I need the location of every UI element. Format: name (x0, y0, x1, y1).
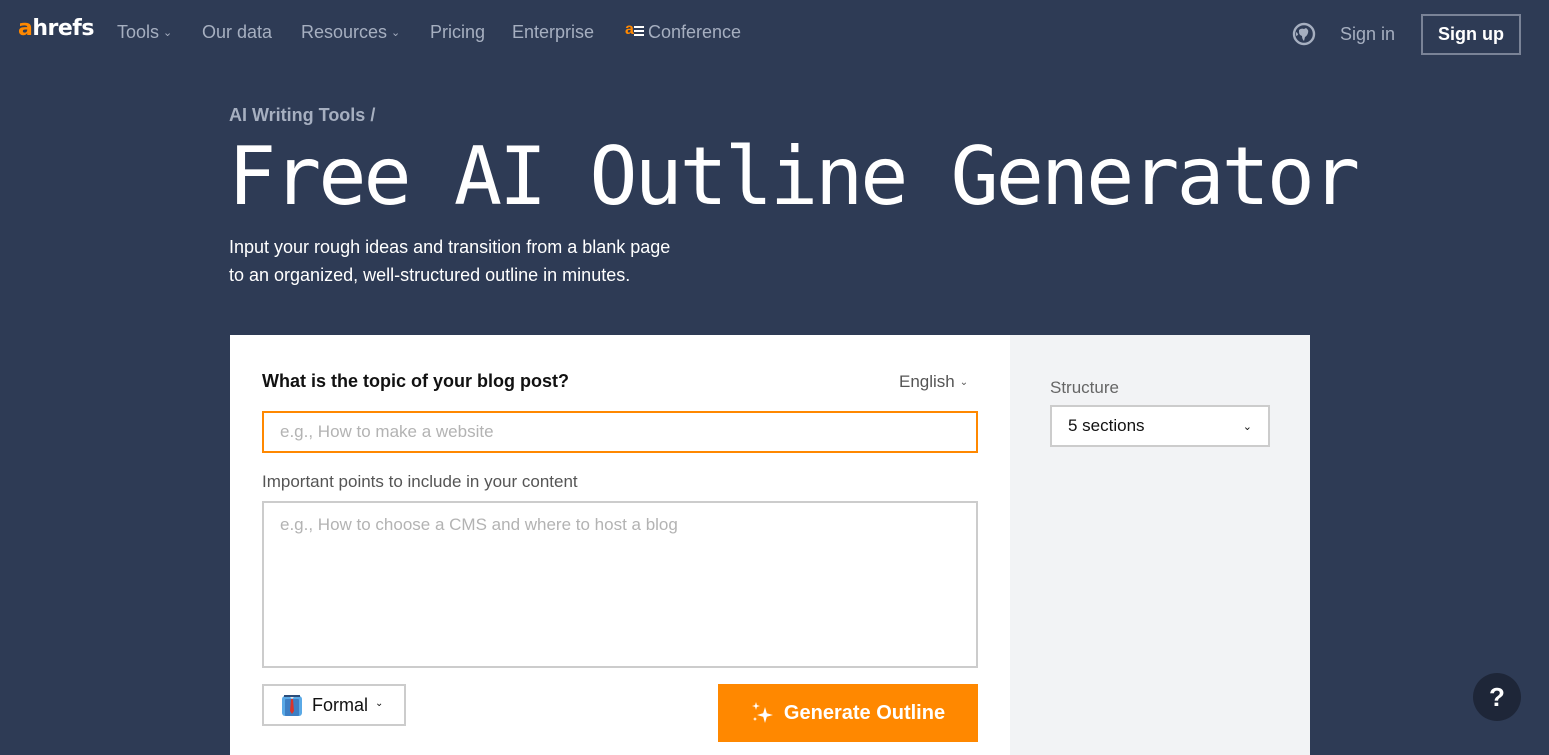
nav-item-conference[interactable]: a Conference (625, 21, 741, 43)
chevron-down-icon: ⌄ (959, 377, 969, 388)
nav-item-enterprise[interactable]: Enterprise (512, 22, 594, 43)
outline-generator-card: What is the topic of your blog post? Eng… (230, 335, 1310, 755)
language-select[interactable]: English ⌄ (899, 372, 968, 392)
sign-in-link[interactable]: Sign in (1340, 24, 1395, 45)
tone-select[interactable]: Formal ⌄ (262, 684, 406, 726)
ahrefs-evolve-logo-icon: a (625, 21, 645, 39)
top-navigation: ahrefs Tools ⌄ Our data Resources ⌄ Pricin… (0, 0, 1549, 66)
sparkles-icon (751, 701, 775, 725)
breadcrumb[interactable]: AI Writing Tools / (229, 105, 375, 126)
ahrefs-logo[interactable]: ahrefs (18, 16, 94, 41)
chevron-down-icon: ⌄ (391, 27, 401, 39)
nav-item-tools[interactable]: Tools ⌄ (117, 22, 172, 43)
nav-item-resources[interactable]: Resources ⌄ (301, 22, 400, 43)
help-button[interactable]: ? (1473, 673, 1521, 721)
chevron-down-icon: ⌄ (163, 27, 173, 39)
chevron-down-icon: ⌄ (1242, 420, 1252, 433)
generate-outline-button[interactable]: Generate Outline (718, 684, 978, 742)
page-subtitle: Input your rough ideas and transition fr… (229, 237, 671, 285)
nav-item-pricing[interactable]: Pricing (430, 22, 485, 43)
nav-item-our-data[interactable]: Our data (202, 22, 272, 43)
points-label: Important points to include in your cont… (262, 472, 578, 491)
formal-shirt-icon (281, 693, 303, 717)
points-textarea[interactable] (262, 501, 978, 668)
topic-label: What is the topic of your blog post? (262, 371, 569, 391)
sign-up-button[interactable]: Sign up (1421, 14, 1521, 55)
form-panel: What is the topic of your blog post? Eng… (230, 335, 1010, 755)
structure-select[interactable]: 5 sections ⌄ (1050, 405, 1270, 447)
globe-icon[interactable] (1292, 22, 1316, 46)
settings-panel: Structure 5 sections ⌄ (1010, 335, 1310, 755)
chevron-down-icon: ⌄ (375, 697, 384, 709)
topic-input[interactable] (262, 411, 978, 453)
page-title: Free AI Outline Generator (228, 130, 1360, 223)
structure-label: Structure (1050, 378, 1119, 397)
